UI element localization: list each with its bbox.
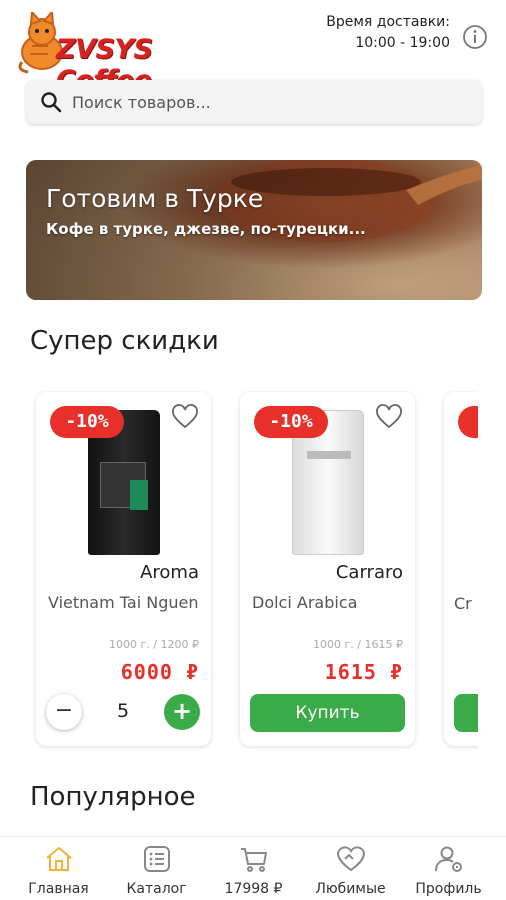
- product-name: Vietnam Tai Nguen: [48, 593, 199, 612]
- promo-banner[interactable]: Готовим в Турке Кофе в турке, джезве, по…: [26, 160, 482, 300]
- search-icon: [41, 92, 62, 113]
- catalog-icon: [144, 846, 170, 872]
- product-brand: Aroma: [140, 562, 199, 583]
- heart-icon[interactable]: [375, 404, 403, 430]
- product-card[interactable]: -10% Aroma Vietnam Tai Nguen 1000 г. / 1…: [36, 392, 211, 746]
- banner-subtitle: Кофе в турке, джезве, по-турецки...: [46, 220, 366, 238]
- product-card[interactable]: Cr: [444, 392, 478, 746]
- bottom-navigation: Главная Каталог 17998 ₽ Любимые Профиль: [0, 836, 506, 900]
- product-name: Dolci Arabica: [252, 593, 358, 612]
- home-icon: [46, 847, 72, 871]
- heart-icon[interactable]: [171, 404, 199, 430]
- nav-label: 17998 ₽: [224, 881, 283, 897]
- logo[interactable]: ZVSYS Coffee: [18, 12, 233, 96]
- nav-item-home[interactable]: Главная: [8, 837, 109, 900]
- section-title-popular: Популярное: [30, 782, 196, 812]
- nav-label: Любимые: [315, 881, 386, 897]
- nav-item-catalog[interactable]: Каталог: [106, 837, 207, 900]
- search-input[interactable]: [72, 80, 472, 124]
- quantity-value: 5: [116, 700, 130, 722]
- header: ZVSYS Coffee Время доставки: 10:00 - 19:…: [0, 0, 506, 96]
- nav-item-profile[interactable]: Профиль: [398, 837, 499, 900]
- delivery-label: Время доставки:: [326, 14, 450, 30]
- product-card[interactable]: -10% Carraro Dolci Arabica 1000 г. / 161…: [240, 392, 415, 746]
- discount-badge: [458, 406, 478, 438]
- info-icon[interactable]: [462, 24, 488, 50]
- section-title-discounts: Супер скидки: [30, 326, 219, 356]
- nav-item-cart[interactable]: 17998 ₽: [203, 837, 304, 900]
- nav-label: Главная: [28, 881, 89, 897]
- buy-button[interactable]: [454, 694, 478, 732]
- discount-badge: -10%: [50, 406, 124, 438]
- product-name: Cr: [454, 594, 472, 613]
- product-brand: Carraro: [335, 562, 403, 583]
- search-bar[interactable]: [26, 80, 482, 124]
- cart-icon: [241, 848, 267, 872]
- pack-label: [130, 480, 148, 510]
- profile-icon: [435, 846, 462, 872]
- product-pack: 1000 г. / 1200 ₽: [109, 638, 199, 651]
- banner-title: Готовим в Турке: [46, 184, 264, 213]
- nav-item-favorites[interactable]: Любимые: [300, 837, 401, 900]
- product-price: 1615 ₽: [324, 660, 403, 684]
- buy-button[interactable]: Купить: [250, 694, 405, 732]
- product-price: 6000 ₽: [120, 660, 199, 684]
- increase-quantity-button[interactable]: +: [164, 694, 200, 730]
- discount-carousel[interactable]: -10% Aroma Vietnam Tai Nguen 1000 г. / 1…: [0, 390, 478, 750]
- pack-label: [307, 451, 351, 459]
- nav-label: Каталог: [126, 881, 187, 897]
- product-pack: 1000 г. / 1615 ₽: [313, 638, 403, 651]
- delivery-hours: 10:00 - 19:00: [355, 35, 450, 51]
- favorites-icon: [336, 846, 366, 872]
- discount-badge: -10%: [254, 406, 328, 438]
- decrease-quantity-button[interactable]: −: [46, 694, 82, 730]
- delivery-time: Время доставки: 10:00 - 19:00: [326, 12, 450, 54]
- nav-label: Профиль: [415, 881, 482, 897]
